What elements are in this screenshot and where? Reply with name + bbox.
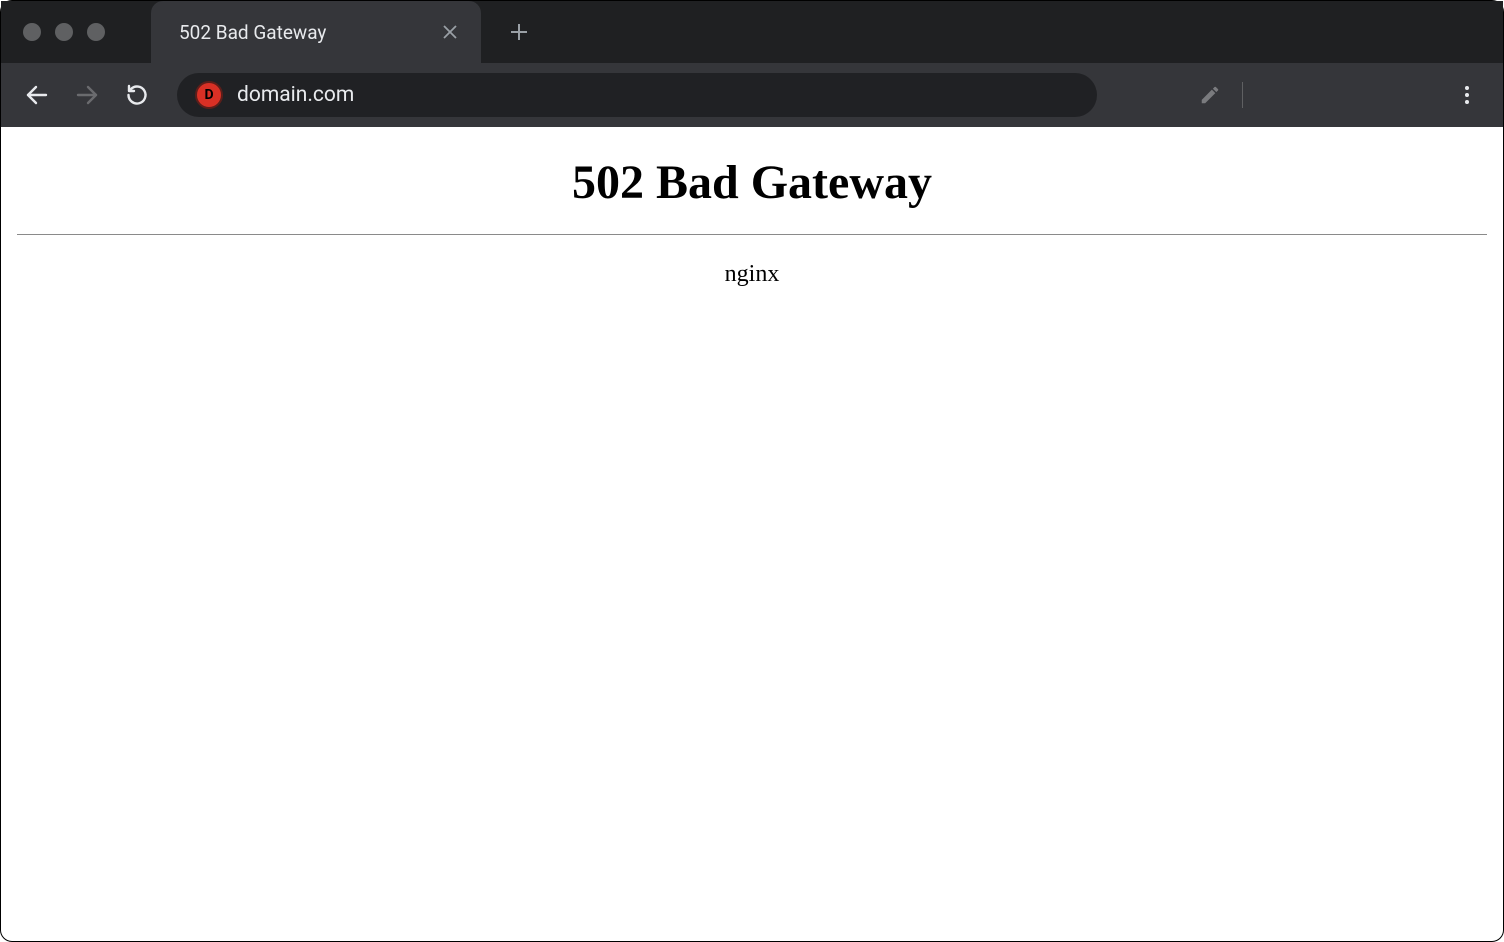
window-controls [23,23,105,41]
error-server-name: nginx [17,261,1487,288]
pencil-icon [1199,84,1221,106]
close-icon [443,25,457,39]
toolbar-right [1192,75,1487,115]
forward-button[interactable] [67,75,107,115]
site-favicon-icon: D [195,81,223,109]
kebab-menu-icon [1457,85,1477,105]
plus-icon [510,23,528,41]
reload-button[interactable] [117,75,157,115]
tab-bar: 502 Bad Gateway [1,1,1503,63]
back-button[interactable] [17,75,57,115]
new-tab-button[interactable] [501,14,537,50]
close-tab-button[interactable] [437,19,463,45]
window-minimize-button[interactable] [55,23,73,41]
arrow-right-icon [75,83,99,107]
browser-toolbar: D domain.com [1,63,1503,127]
edit-button[interactable] [1192,77,1228,113]
reload-icon [125,83,149,107]
browser-menu-button[interactable] [1447,75,1487,115]
browser-tab[interactable]: 502 Bad Gateway [151,1,481,63]
toolbar-divider [1242,82,1243,108]
window-maximize-button[interactable] [87,23,105,41]
address-bar[interactable]: D domain.com [177,73,1097,117]
page-content: 502 Bad Gateway nginx [1,127,1503,308]
error-divider [17,234,1487,235]
url-text[interactable]: domain.com [237,83,1079,107]
error-heading: 502 Bad Gateway [17,155,1487,210]
site-favicon-letter: D [204,87,213,103]
browser-chrome: 502 Bad Gateway [1,1,1503,127]
arrow-left-icon [25,83,49,107]
window-close-button[interactable] [23,23,41,41]
tab-title: 502 Bad Gateway [179,21,437,44]
